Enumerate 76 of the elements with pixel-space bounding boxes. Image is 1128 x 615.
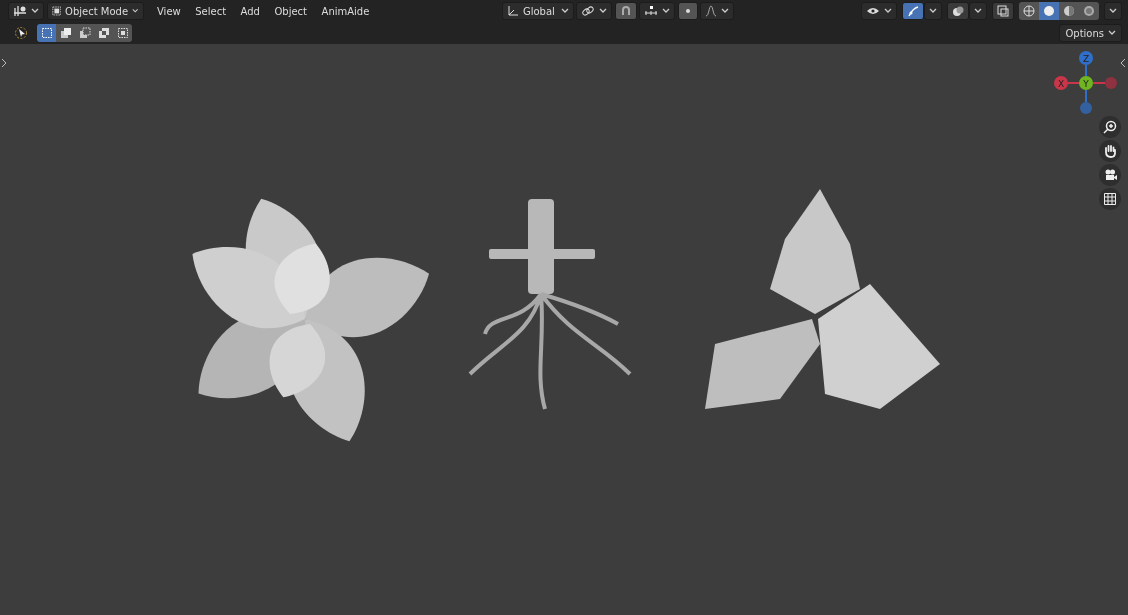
- caret-icon: [1108, 30, 1116, 36]
- mode-dropdown[interactable]: Object Mode: [46, 2, 144, 20]
- axis-label: Y: [1083, 78, 1089, 89]
- sphere-icon: [1083, 5, 1095, 17]
- caret-icon: [929, 8, 937, 14]
- selection-icon: [97, 27, 110, 39]
- caret-icon: [884, 8, 892, 14]
- menu-item[interactable]: Object: [268, 3, 314, 19]
- proportional-edit-button[interactable]: [677, 2, 698, 20]
- caret-icon: [31, 8, 39, 14]
- axis-dot[interactable]: [1079, 76, 1093, 90]
- caret-icon: [560, 8, 569, 14]
- menu-item[interactable]: Select: [189, 3, 233, 19]
- pivot-button[interactable]: [576, 2, 613, 20]
- magnet-icon: [619, 5, 632, 17]
- gizmo-icon: [907, 5, 919, 17]
- editor-type-button[interactable]: [8, 2, 44, 20]
- options-dropdown[interactable]: Options: [1059, 24, 1122, 42]
- select-intersect-button[interactable]: [113, 24, 132, 42]
- caret-icon: [662, 8, 671, 14]
- axes-icon: [13, 5, 27, 17]
- xray-toggle[interactable]: [992, 2, 1014, 20]
- caret-icon: [721, 8, 730, 14]
- selection-icon: [116, 27, 129, 39]
- snap-increment-icon: [644, 5, 659, 17]
- caret-icon: [599, 8, 608, 14]
- overlays-toggle[interactable]: [947, 2, 969, 20]
- selection-icon: [59, 27, 72, 39]
- link-icon: [581, 5, 596, 17]
- eye-icon: [866, 5, 880, 17]
- axis-label: Z: [1082, 53, 1090, 64]
- hand-icon: [1103, 144, 1117, 158]
- magnifier-icon: [1103, 120, 1117, 134]
- xray-icon: [997, 5, 1009, 17]
- selection-icon: [78, 27, 91, 39]
- selection-icon: [40, 27, 53, 39]
- select-extend-button[interactable]: [56, 24, 75, 42]
- axis-line: [1085, 89, 1087, 103]
- axis-line: [1085, 64, 1087, 77]
- curve-icon: [705, 5, 718, 17]
- camera-icon: [1103, 168, 1117, 182]
- snap-target-button[interactable]: [639, 2, 676, 20]
- axes-icon: [506, 5, 519, 17]
- axis-line: [1092, 82, 1106, 84]
- orientation-dropdown[interactable]: Global: [501, 2, 574, 20]
- shading-rendered-button[interactable]: [1079, 2, 1099, 20]
- axis-dot[interactable]: [1105, 77, 1117, 89]
- axis-label: X: [1057, 78, 1065, 89]
- shading-wireframe-button[interactable]: [1019, 2, 1039, 20]
- falloff-button[interactable]: [700, 2, 735, 20]
- overlay-icon: [952, 5, 964, 17]
- shading-material-button[interactable]: [1059, 2, 1079, 20]
- snap-button[interactable]: [614, 2, 637, 20]
- shading-options-button[interactable]: [1104, 2, 1122, 20]
- dropdown-button[interactable]: [969, 2, 987, 20]
- menu-item[interactable]: AnimAide: [315, 3, 376, 19]
- axis-line: [1067, 82, 1080, 84]
- caret-icon: [132, 8, 139, 14]
- sphere-icon: [1043, 5, 1055, 17]
- caret-icon: [974, 8, 982, 14]
- axis-dot[interactable]: [1080, 102, 1092, 114]
- sphere-icon: [1063, 5, 1075, 17]
- visibility-button[interactable]: [861, 2, 897, 20]
- select-set-button[interactable]: [37, 24, 56, 42]
- menu-item[interactable]: Add: [234, 3, 266, 19]
- caret-icon: [1109, 8, 1117, 14]
- cursor-icon: [14, 26, 28, 40]
- grid-icon: [1103, 192, 1117, 206]
- menu-item[interactable]: View: [151, 3, 187, 19]
- expand-icon[interactable]: [1, 58, 7, 68]
- dropdown-button[interactable]: [924, 2, 942, 20]
- gizmos-toggle[interactable]: [902, 2, 924, 20]
- shading-solid-button[interactable]: [1039, 2, 1059, 20]
- sphere-icon: [1023, 5, 1035, 17]
- expand-icon[interactable]: [1120, 58, 1126, 68]
- cube-icon: [51, 5, 62, 17]
